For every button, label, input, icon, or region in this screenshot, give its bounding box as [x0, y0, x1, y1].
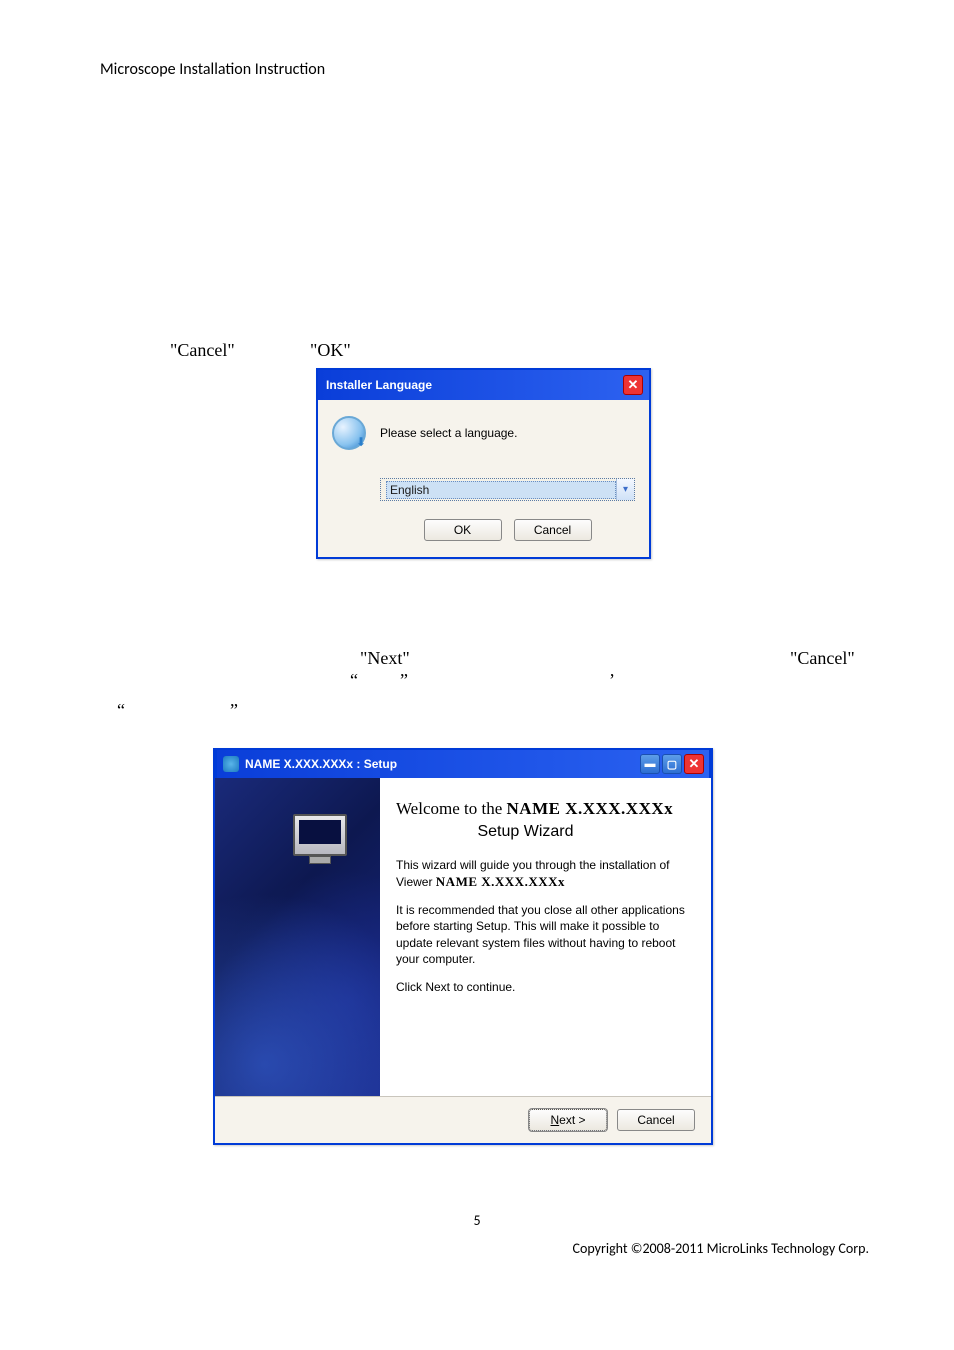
next-rest: ext > [559, 1113, 585, 1127]
dialog-title-text: Installer Language [326, 378, 432, 392]
next-button[interactable]: Next > [529, 1109, 607, 1131]
minimize-icon: ▬ [645, 758, 656, 770]
ok-button[interactable]: OK [424, 519, 502, 541]
quote-mark: ” [230, 700, 238, 721]
dialog-title-text: NAME X.XXX.XXXx : Setup [245, 757, 397, 771]
maximize-icon: ▢ [667, 758, 677, 771]
dialog-body: Welcome to the NAME X.XXX.XXXx Setup Wiz… [215, 778, 711, 1096]
close-icon: ✕ [689, 756, 700, 772]
next-underline: N [550, 1113, 559, 1127]
globe-icon [332, 416, 366, 450]
quote-mark: “ [117, 700, 125, 721]
installer-language-dialog: Installer Language ✕ Please select a lan… [316, 368, 651, 559]
page-header: Microscope Installation Instruction [100, 60, 325, 79]
monitor-icon [293, 814, 347, 856]
caption-ok: "OK" [310, 340, 351, 361]
wizard-p3: Click Next to continue. [396, 979, 695, 995]
setup-wizard-dialog: NAME X.XXX.XXXx : Setup ▬ ▢ ✕ Welcome to… [213, 748, 713, 1145]
language-prompt: Please select a language. [380, 426, 517, 440]
minimize-button[interactable]: ▬ [640, 754, 660, 774]
cancel-button[interactable]: Cancel [617, 1109, 695, 1131]
cancel-button[interactable]: Cancel [514, 519, 592, 541]
copyright: Copyright ©2008-2011 MicroLinks Technolo… [573, 1240, 869, 1257]
p1-line1: This wizard will guide you through the i… [396, 858, 669, 872]
language-selected: English [386, 481, 616, 499]
close-button[interactable]: ✕ [623, 375, 643, 395]
close-icon: ✕ [628, 377, 639, 393]
heading-name: NAME X.XXX.XXXx [507, 799, 674, 818]
caption-cancel2: "Cancel" [790, 648, 855, 669]
maximize-button[interactable]: ▢ [662, 754, 682, 774]
quote-mark: ” [400, 670, 408, 691]
wizard-p1: This wizard will guide you through the i… [396, 857, 695, 891]
chevron-down-icon: ▾ [616, 479, 634, 500]
app-icon [223, 756, 239, 772]
wizard-content: Welcome to the NAME X.XXX.XXXx Setup Wiz… [380, 778, 711, 1096]
wizard-p2: It is recommended that you close all oth… [396, 902, 695, 967]
page-number: 5 [0, 1212, 954, 1229]
dialog-titlebar: Installer Language ✕ [318, 370, 649, 400]
quote-mark: ’ [609, 670, 615, 691]
heading-prefix: Welcome to the [396, 799, 507, 818]
monitor-base-icon [309, 856, 331, 864]
wizard-heading: Welcome to the NAME X.XXX.XXXx Setup Wiz… [396, 798, 695, 843]
caption-next: "Next" [360, 648, 410, 669]
close-button[interactable]: ✕ [684, 754, 704, 774]
wizard-sidebar-image [215, 778, 380, 1096]
p1-prefix: Viewer [396, 875, 436, 889]
p1-name: NAME X.XXX.XXXx [436, 874, 565, 889]
heading-line2: Setup Wizard [396, 821, 695, 843]
quote-mark: “ [350, 670, 358, 691]
dialog-titlebar: NAME X.XXX.XXXx : Setup ▬ ▢ ✕ [215, 748, 711, 778]
caption-cancel: "Cancel" [170, 340, 235, 361]
dialog-footer: Next > Cancel [215, 1096, 711, 1143]
dialog-body: Please select a language. English ▾ OK C… [318, 400, 649, 557]
language-select[interactable]: English ▾ [380, 478, 635, 501]
